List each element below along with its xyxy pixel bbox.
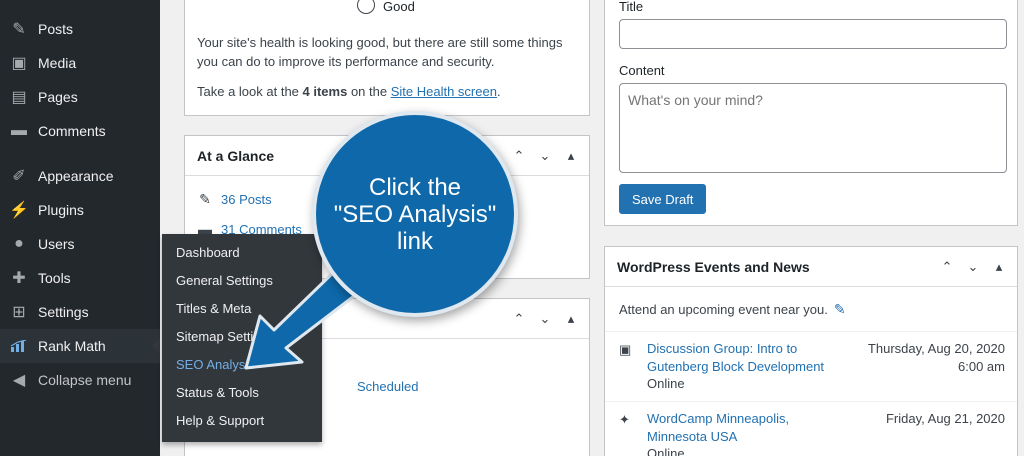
title-label: Title	[619, 0, 644, 14]
event-date: Thursday, Aug 20, 2020 6:00 am	[868, 340, 1005, 376]
events-intro: Attend an upcoming event near you. ✎	[619, 301, 846, 318]
event-time-text: 6:00 am	[958, 359, 1005, 374]
rank-math-icon	[0, 340, 38, 352]
health-link-row: Take a look at the 4 items on the Site H…	[197, 84, 501, 99]
event-item: ✦ WordCamp Minneapolis, Minnesota USA On…	[605, 401, 1017, 456]
quick-draft-card: Title Content Save Draft	[604, 0, 1018, 226]
submenu-help-support[interactable]: Help & Support	[162, 406, 322, 434]
site-health-card: Good Your site's health is looking good,…	[184, 0, 590, 116]
sidebar-item-label: Tools	[38, 270, 71, 286]
sidebar-item-label: Media	[38, 55, 77, 71]
health-status-circle-icon	[357, 0, 375, 14]
sidebar-item-media[interactable]: ▣ Media	[0, 46, 160, 80]
sidebar-item-comments[interactable]: ▬ Comments	[0, 114, 160, 148]
sidebar-item-rank-math[interactable]: Rank Math	[0, 329, 160, 363]
sidebar-item-posts[interactable]: ✎ Posts	[0, 12, 160, 46]
card-controls: ⌃ ⌄ ▴	[511, 311, 579, 327]
health-message: Your site's health is looking good, but …	[197, 35, 563, 69]
health-link-suffix: .	[496, 84, 501, 99]
media-icon: ▣	[11, 55, 27, 72]
brush-icon: ✐	[12, 168, 26, 185]
move-down-icon[interactable]: ⌄	[537, 148, 553, 164]
event-location: Online	[647, 446, 685, 456]
sidebar-item-pages[interactable]: ▤ Pages	[0, 80, 160, 114]
sidebar-item-users[interactable]: ● Users	[0, 227, 160, 261]
move-up-icon[interactable]: ⌃	[939, 259, 955, 275]
wordcamp-icon: ✦	[619, 412, 630, 427]
health-link-middle: on the	[347, 84, 391, 99]
save-draft-button[interactable]: Save Draft	[619, 184, 707, 214]
glance-posts[interactable]: ✎ 36 Posts	[197, 184, 302, 214]
toggle-panel-icon[interactable]: ▴	[563, 148, 579, 164]
event-title-link[interactable]: Discussion Group: Intro to Gutenberg Blo…	[647, 340, 847, 376]
admin-sidebar: ✎ Posts ▣ Media ▤ Pages ▬ Comments ✐ App…	[0, 0, 160, 456]
event-item: ▣ Discussion Group: Intro to Gutenberg B…	[605, 331, 1017, 401]
sidebar-item-label: Plugins	[38, 202, 84, 218]
move-up-icon[interactable]: ⌃	[511, 148, 527, 164]
sidebar-item-label: Appearance	[38, 168, 114, 184]
health-items-count: 4 items	[302, 84, 348, 99]
collapse-icon: ◀	[12, 372, 26, 389]
meetup-icon: ▣	[619, 342, 632, 357]
submenu-titles-meta[interactable]: Titles & Meta	[162, 294, 322, 322]
content-textarea[interactable]	[619, 83, 1007, 173]
user-icon: ●	[14, 235, 24, 252]
content-label: Content	[619, 63, 665, 78]
card-controls: ⌃ ⌄ ▴	[939, 259, 1007, 275]
pages-icon: ▤	[11, 89, 27, 106]
callout-line-1: Click the	[368, 173, 462, 201]
current-menu-arrow	[152, 338, 160, 354]
submenu-seo-analysis[interactable]: SEO Analysis	[162, 350, 322, 378]
wrench-icon: ✚	[12, 270, 26, 287]
submenu-sitemap-settings[interactable]: Sitemap Settings	[162, 322, 322, 350]
sidebar-item-label: Collapse menu	[38, 372, 132, 388]
pin-icon: ✎	[12, 21, 26, 38]
site-health-link[interactable]: Site Health screen	[391, 84, 497, 99]
plugin-icon: ⚡	[9, 202, 29, 219]
pencil-icon[interactable]: ✎	[834, 301, 846, 318]
event-title-link[interactable]: WordCamp Minneapolis, Minnesota USA	[647, 410, 847, 446]
title-input[interactable]	[619, 19, 1007, 49]
rank-math-submenu: Dashboard General Settings Titles & Meta…	[162, 234, 322, 442]
events-news-card: WordPress Events and News ⌃ ⌄ ▴ Attend a…	[604, 246, 1018, 456]
health-link-prefix: Take a look at the	[197, 84, 303, 99]
card-controls: ⌃ ⌄ ▴	[511, 148, 579, 164]
move-down-icon[interactable]: ⌄	[537, 311, 553, 327]
sidebar-item-label: Posts	[38, 21, 74, 37]
events-intro-text: Attend an upcoming event near you.	[619, 302, 828, 317]
event-location: Online	[647, 376, 685, 391]
sidebar-item-settings[interactable]: ⊞ Settings	[0, 295, 160, 329]
move-up-icon[interactable]: ⌃	[511, 311, 527, 327]
sidebar-item-plugins[interactable]: ⚡ Plugins	[0, 193, 160, 227]
submenu-general-settings[interactable]: General Settings	[162, 266, 322, 294]
callout-line-3: link	[396, 227, 433, 255]
callout-bubble: Click the "SEO Analysis" link	[312, 111, 518, 317]
rank-math-bars	[10, 340, 27, 352]
sidebar-item-tools[interactable]: ✚ Tools	[0, 261, 160, 295]
pin-icon: ✎	[199, 190, 211, 207]
health-status-label: Good	[383, 0, 415, 14]
callout-line-2: "SEO Analysis"	[333, 200, 497, 228]
tab-scheduled[interactable]: Scheduled	[357, 379, 418, 394]
move-down-icon[interactable]: ⌄	[965, 259, 981, 275]
sidebar-item-label: Settings	[38, 304, 89, 320]
event-date: Friday, Aug 21, 2020	[886, 410, 1005, 428]
submenu-status-tools[interactable]: Status & Tools	[162, 378, 322, 406]
event-date-text: Friday, Aug 21, 2020	[885, 411, 1005, 426]
collapse-menu-button[interactable]: ◀ Collapse menu	[0, 363, 160, 397]
glance-posts-link[interactable]: 36 Posts	[221, 192, 272, 207]
sidebar-item-appearance[interactable]: ✐ Appearance	[0, 159, 160, 193]
sidebar-item-label: Users	[38, 236, 75, 252]
sidebar-item-label: Rank Math	[38, 338, 106, 354]
submenu-dashboard[interactable]: Dashboard	[162, 238, 322, 266]
health-status: Good	[357, 0, 415, 14]
sidebar-item-label: Comments	[38, 123, 106, 139]
sidebar-item-label: Pages	[38, 89, 78, 105]
event-date-text: Thursday, Aug 20, 2020	[867, 341, 1005, 356]
settings-icon: ⊞	[12, 304, 26, 321]
toggle-panel-icon[interactable]: ▴	[563, 311, 579, 327]
comment-icon: ▬	[11, 122, 27, 139]
toggle-panel-icon[interactable]: ▴	[991, 259, 1007, 275]
